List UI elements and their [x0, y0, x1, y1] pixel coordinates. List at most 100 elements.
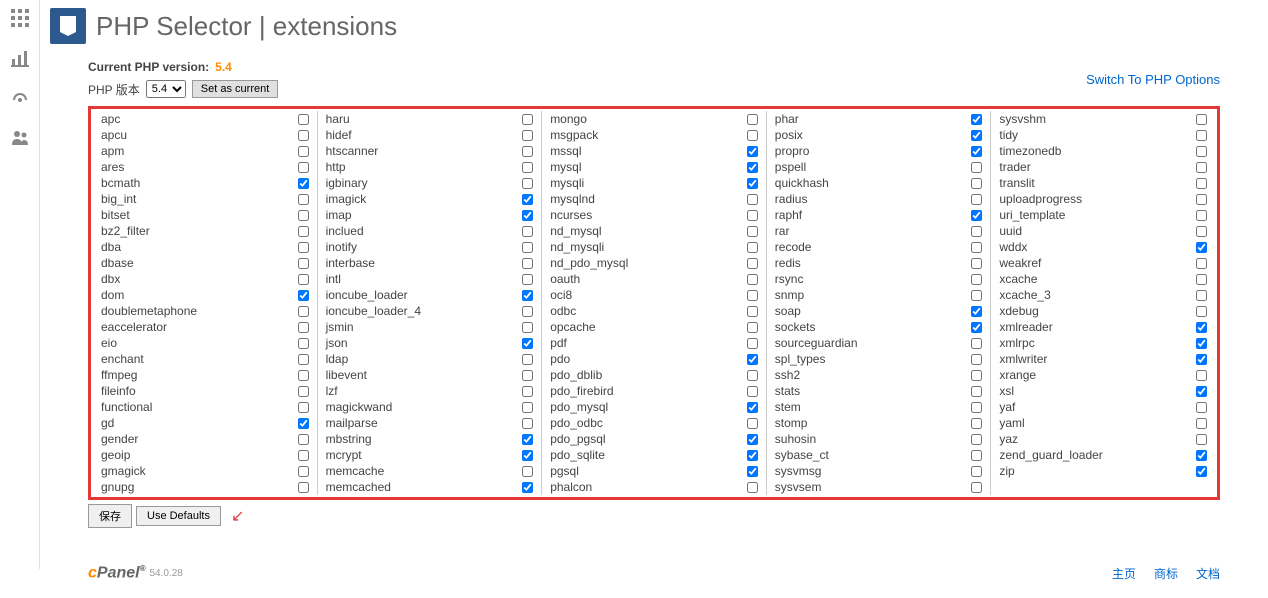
extension-checkbox[interactable] — [971, 354, 982, 365]
extension-checkbox[interactable] — [747, 354, 758, 365]
extension-checkbox[interactable] — [522, 418, 533, 429]
extension-checkbox[interactable] — [298, 354, 309, 365]
extension-checkbox[interactable] — [971, 418, 982, 429]
extension-checkbox[interactable] — [971, 210, 982, 221]
extension-checkbox[interactable] — [1196, 194, 1207, 205]
use-defaults-button[interactable]: Use Defaults — [136, 506, 221, 526]
extension-checkbox[interactable] — [522, 306, 533, 317]
extension-checkbox[interactable] — [747, 274, 758, 285]
extension-checkbox[interactable] — [971, 386, 982, 397]
extension-checkbox[interactable] — [971, 402, 982, 413]
extension-checkbox[interactable] — [298, 418, 309, 429]
extension-checkbox[interactable] — [298, 242, 309, 253]
extension-checkbox[interactable] — [298, 146, 309, 157]
extension-checkbox[interactable] — [298, 466, 309, 477]
stats-icon[interactable] — [10, 48, 30, 68]
extension-checkbox[interactable] — [522, 370, 533, 381]
extension-checkbox[interactable] — [1196, 450, 1207, 461]
extension-checkbox[interactable] — [298, 130, 309, 141]
extension-checkbox[interactable] — [298, 194, 309, 205]
extension-checkbox[interactable] — [1196, 322, 1207, 333]
extension-checkbox[interactable] — [747, 162, 758, 173]
extension-checkbox[interactable] — [1196, 434, 1207, 445]
users-icon[interactable] — [10, 128, 30, 148]
extension-checkbox[interactable] — [522, 194, 533, 205]
extension-checkbox[interactable] — [1196, 242, 1207, 253]
extension-checkbox[interactable] — [1196, 402, 1207, 413]
set-current-button[interactable]: Set as current — [192, 80, 278, 98]
extension-checkbox[interactable] — [1196, 130, 1207, 141]
extension-checkbox[interactable] — [1196, 274, 1207, 285]
extension-checkbox[interactable] — [298, 226, 309, 237]
extension-checkbox[interactable] — [747, 482, 758, 493]
footer-link[interactable]: 文档 — [1196, 565, 1220, 582]
extension-checkbox[interactable] — [747, 210, 758, 221]
extension-checkbox[interactable] — [522, 402, 533, 413]
extension-checkbox[interactable] — [522, 354, 533, 365]
extension-checkbox[interactable] — [971, 482, 982, 493]
extension-checkbox[interactable] — [747, 130, 758, 141]
extension-checkbox[interactable] — [971, 322, 982, 333]
extension-checkbox[interactable] — [747, 258, 758, 269]
extension-checkbox[interactable] — [298, 258, 309, 269]
extension-checkbox[interactable] — [971, 162, 982, 173]
extension-checkbox[interactable] — [971, 370, 982, 381]
extension-checkbox[interactable] — [747, 242, 758, 253]
extension-checkbox[interactable] — [1196, 290, 1207, 301]
extension-checkbox[interactable] — [971, 258, 982, 269]
extension-checkbox[interactable] — [298, 306, 309, 317]
extension-checkbox[interactable] — [747, 194, 758, 205]
extension-checkbox[interactable] — [522, 162, 533, 173]
extension-checkbox[interactable] — [1196, 226, 1207, 237]
extension-checkbox[interactable] — [522, 274, 533, 285]
extension-checkbox[interactable] — [971, 226, 982, 237]
footer-link[interactable]: 商标 — [1154, 565, 1178, 582]
extension-checkbox[interactable] — [522, 338, 533, 349]
extension-checkbox[interactable] — [298, 178, 309, 189]
extension-checkbox[interactable] — [298, 322, 309, 333]
extension-checkbox[interactable] — [522, 146, 533, 157]
extension-checkbox[interactable] — [1196, 370, 1207, 381]
extension-checkbox[interactable] — [298, 434, 309, 445]
extension-checkbox[interactable] — [971, 130, 982, 141]
php-version-select[interactable]: 5.4 — [146, 80, 186, 98]
extension-checkbox[interactable] — [747, 306, 758, 317]
extension-checkbox[interactable] — [747, 146, 758, 157]
extension-checkbox[interactable] — [298, 450, 309, 461]
extension-checkbox[interactable] — [298, 402, 309, 413]
extension-checkbox[interactable] — [1196, 338, 1207, 349]
extension-checkbox[interactable] — [1196, 386, 1207, 397]
extension-checkbox[interactable] — [298, 114, 309, 125]
extension-checkbox[interactable] — [522, 130, 533, 141]
extension-checkbox[interactable] — [747, 322, 758, 333]
extension-checkbox[interactable] — [747, 178, 758, 189]
switch-options-link[interactable]: Switch To PHP Options — [1086, 72, 1220, 87]
extension-checkbox[interactable] — [298, 274, 309, 285]
extension-checkbox[interactable] — [298, 210, 309, 221]
extension-checkbox[interactable] — [971, 434, 982, 445]
extension-checkbox[interactable] — [747, 466, 758, 477]
extension-checkbox[interactable] — [971, 242, 982, 253]
save-button[interactable]: 保存 — [88, 504, 132, 528]
footer-link[interactable]: 主页 — [1112, 565, 1136, 582]
extension-checkbox[interactable] — [1196, 162, 1207, 173]
extension-checkbox[interactable] — [1196, 354, 1207, 365]
extension-checkbox[interactable] — [747, 338, 758, 349]
extension-checkbox[interactable] — [522, 290, 533, 301]
extension-checkbox[interactable] — [971, 194, 982, 205]
extension-checkbox[interactable] — [1196, 258, 1207, 269]
extension-checkbox[interactable] — [971, 450, 982, 461]
extension-checkbox[interactable] — [522, 434, 533, 445]
extension-checkbox[interactable] — [747, 386, 758, 397]
extension-checkbox[interactable] — [747, 418, 758, 429]
extension-checkbox[interactable] — [747, 290, 758, 301]
extension-checkbox[interactable] — [971, 146, 982, 157]
extension-checkbox[interactable] — [971, 306, 982, 317]
extension-checkbox[interactable] — [522, 178, 533, 189]
extension-checkbox[interactable] — [522, 210, 533, 221]
extension-checkbox[interactable] — [298, 482, 309, 493]
extension-checkbox[interactable] — [522, 450, 533, 461]
extension-checkbox[interactable] — [747, 226, 758, 237]
extension-checkbox[interactable] — [298, 338, 309, 349]
apps-icon[interactable] — [10, 8, 30, 28]
